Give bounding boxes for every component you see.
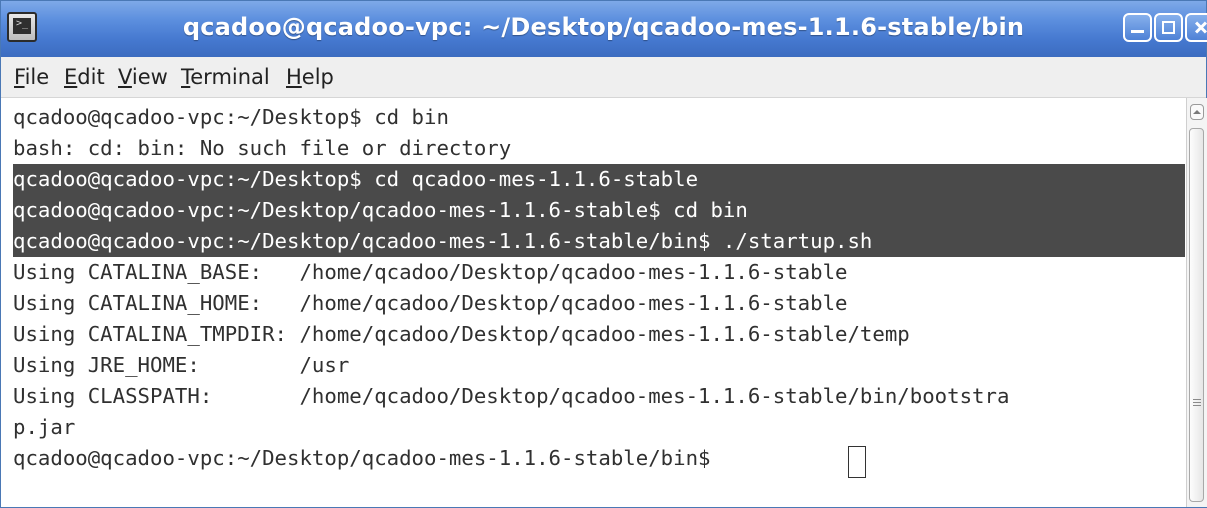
scrollbar-thumb[interactable] [1189, 128, 1204, 502]
scroll-up-arrow-icon[interactable] [1190, 104, 1204, 120]
window-title: qcadoo@qcadoo-vpc: ~/Desktop/qcadoo-mes-… [182, 13, 1025, 41]
terminal-line: Using JRE_HOME: /usr [13, 353, 350, 377]
title-bar[interactable]: >_ qcadoo@qcadoo-vpc: ~/Desktop/qcadoo-m… [1, 1, 1207, 57]
close-icon[interactable] [1185, 13, 1207, 42]
terminal-line: Using CATALINA_TMPDIR: /home/qcadoo/Desk… [13, 322, 910, 346]
minimize-icon[interactable] [1123, 13, 1152, 42]
menu-terminal[interactable]: Terminal [181, 65, 270, 89]
terminal-line: Using CLASSPATH: /home/qcadoo/Desktop/qc… [13, 384, 1010, 408]
vertical-scrollbar[interactable] [1186, 98, 1207, 507]
terminal-output[interactable]: qcadoo@qcadoo-vpc:~/Desktop$ cd bin bash… [13, 98, 1185, 507]
menu-view[interactable]: View [118, 65, 168, 89]
terminal-line: bash: cd: bin: No such file or directory [13, 136, 512, 160]
scrollbar-grip-icon [1193, 399, 1201, 408]
menu-edit[interactable]: Edit [64, 65, 105, 89]
terminal-window: >_ qcadoo@qcadoo-vpc: ~/Desktop/qcadoo-m… [0, 0, 1207, 508]
menu-help[interactable]: Help [286, 65, 334, 89]
terminal-line: Using CATALINA_BASE: /home/qcadoo/Deskto… [13, 260, 848, 284]
maximize-icon[interactable] [1154, 13, 1183, 42]
terminal-line-selected: qcadoo@qcadoo-vpc:~/Desktop$ cd qcadoo-m… [13, 164, 1185, 195]
menu-file[interactable]: File [14, 65, 49, 89]
terminal-prompt-line: qcadoo@qcadoo-vpc:~/Desktop/qcadoo-mes-1… [13, 446, 723, 470]
terminal-line: Using CATALINA_HOME: /home/qcadoo/Deskto… [13, 291, 848, 315]
terminal-cursor [848, 446, 866, 478]
menu-bar: File Edit View Terminal Help [1, 57, 1206, 98]
terminal-line: p.jar [13, 415, 76, 439]
terminal-line: qcadoo@qcadoo-vpc:~/Desktop$ cd bin [13, 105, 449, 129]
terminal-line-selected: qcadoo@qcadoo-vpc:~/Desktop/qcadoo-mes-1… [13, 226, 1185, 257]
terminal-line-selected: qcadoo@qcadoo-vpc:~/Desktop/qcadoo-mes-1… [13, 195, 1185, 226]
